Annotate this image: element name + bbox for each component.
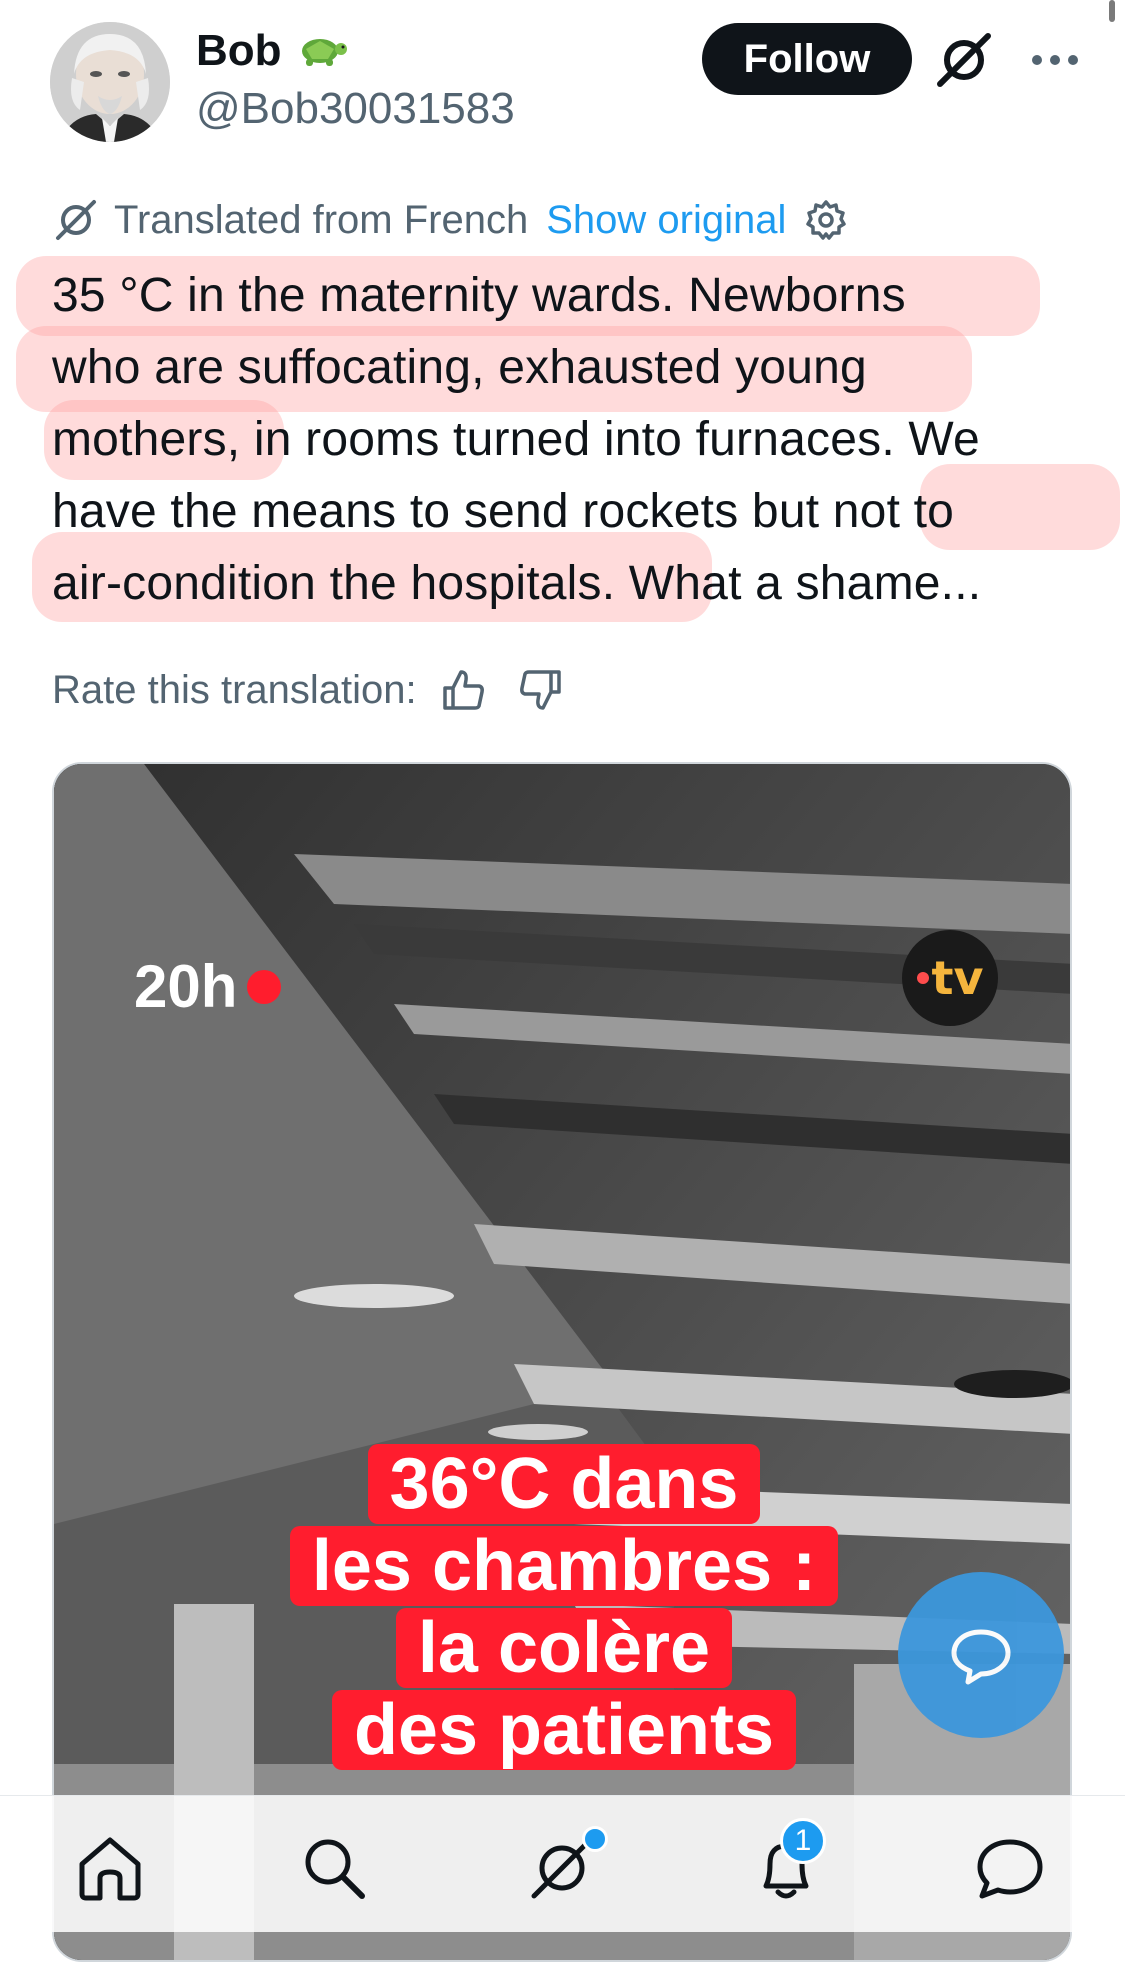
messages-icon [977, 1839, 1043, 1899]
reply-fab-button[interactable] [898, 1572, 1064, 1738]
author-info[interactable]: Bob @Bob30031583 [196, 24, 515, 138]
nav-search[interactable] [298, 1832, 370, 1904]
display-name[interactable]: Bob [196, 24, 282, 78]
caption-text: des patients [331, 1690, 797, 1770]
live-dot-icon [247, 969, 282, 1004]
notification-count-badge: 1 [780, 1818, 826, 1864]
caption-text: 36°C dans [367, 1444, 761, 1524]
tweet-line: have the means to send rockets but not t… [52, 485, 955, 538]
caption-line-2: les chambres : [54, 1526, 1070, 1606]
more-icon[interactable] [1020, 30, 1090, 90]
bottom-navigation: 1 [0, 1795, 1125, 1932]
turtle-emoji-icon [294, 29, 348, 74]
gear-icon[interactable] [804, 198, 848, 242]
caption-text: les chambres : [289, 1526, 839, 1606]
caption-text: la colère [395, 1608, 733, 1688]
logo-dot-icon [916, 972, 929, 984]
search-icon [305, 1839, 365, 1899]
nav-notifications[interactable]: 1 [750, 1818, 826, 1904]
scroll-indicator[interactable] [1109, 0, 1115, 22]
caption-line-1: 36°C dans [54, 1444, 1070, 1524]
nav-grok[interactable] [526, 1826, 608, 1904]
grok-icon[interactable] [934, 30, 994, 90]
broadcast-time: 20h [134, 953, 238, 1020]
avatar[interactable] [50, 22, 170, 142]
tweet-text: 35 °C in the maternity wards. Newborns w… [52, 260, 1092, 620]
grok-translate-icon [56, 200, 96, 240]
chat-bubble-icon [951, 1629, 1011, 1685]
tweet-body: 35 °C in the maternity wards. Newborns w… [16, 256, 1120, 622]
channel-logo-text: tv [931, 951, 984, 1005]
broadcast-time-badge: 20h [134, 952, 282, 1021]
tweet-line: air-condition the hospitals. What a sham… [52, 557, 982, 610]
translation-info: Translated from French Show original [52, 194, 848, 246]
rate-translation: Rate this translation: [52, 660, 565, 720]
user-handle[interactable]: @Bob30031583 [196, 80, 515, 138]
tweet-line: mothers, in rooms turned into furnaces. … [52, 413, 980, 466]
show-original-link[interactable]: Show original [546, 198, 786, 243]
video-media[interactable]: 20h tv 36°C dans les chambres : la colèr… [52, 762, 1072, 1962]
thumbs-up-icon[interactable] [439, 666, 487, 714]
grok-new-dot [582, 1826, 608, 1852]
nav-home[interactable] [74, 1832, 146, 1904]
thumbs-down-icon[interactable] [517, 666, 565, 714]
channel-logo: tv [902, 930, 998, 1026]
follow-button[interactable]: Follow [702, 23, 912, 95]
avatar-image [50, 22, 170, 142]
tweet-line: 35 °C in the maternity wards. Newborns [52, 269, 906, 322]
nav-messages[interactable] [974, 1832, 1046, 1904]
home-icon [79, 1837, 141, 1901]
translated-label: Translated from French [114, 197, 529, 242]
rate-label: Rate this translation: [52, 667, 417, 712]
tweet-line: who are suffocating, exhausted young [52, 341, 867, 394]
